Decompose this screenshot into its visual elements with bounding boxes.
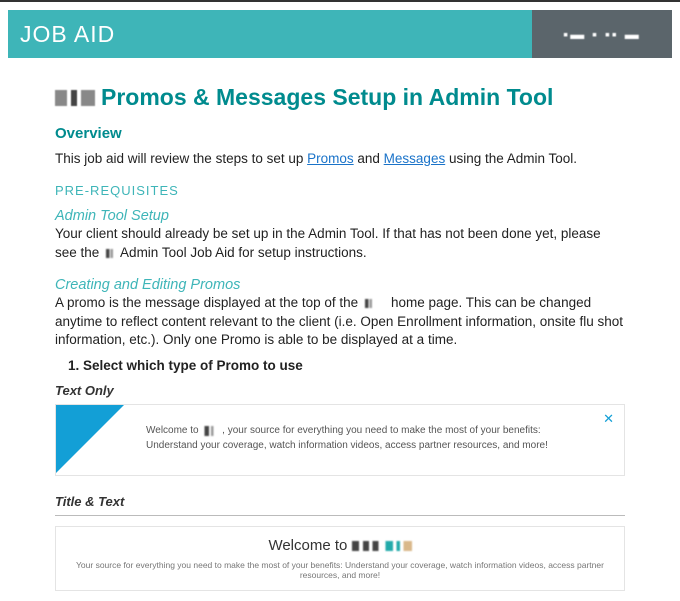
promo-preview-text-only: ✕ Welcome to , your source for everythin…	[55, 404, 625, 476]
messages-link[interactable]: Messages	[384, 151, 446, 166]
inline-brand-icon	[352, 541, 412, 551]
creating-promos-heading: Creating and Editing Promos	[55, 277, 625, 293]
title-logo-icon	[55, 90, 95, 106]
overview-text-mid: and	[354, 151, 384, 166]
promo-text-only-body: Welcome to , your source for everything …	[146, 423, 584, 453]
style-label-text-only: Text Only	[55, 383, 625, 398]
inline-brand-icon	[201, 426, 219, 436]
document-title-text: Promos & Messages Setup in Admin Tool	[101, 84, 553, 111]
section-divider	[55, 515, 625, 516]
step-list: Select which type of Promo to use	[83, 358, 625, 373]
promo-corner-triangle	[56, 405, 124, 473]
promo2-title-pre: Welcome to	[268, 537, 351, 554]
header-band: JOB AID ▪▬ ▪ ▪▪ ▬	[8, 10, 672, 58]
brand-logo-icon: ▪▬ ▪ ▪▪ ▬	[563, 26, 641, 42]
prerequisites-heading: PRE-REQUISITES	[55, 183, 625, 198]
document-title: Promos & Messages Setup in Admin Tool	[55, 84, 625, 111]
close-icon[interactable]: ✕	[603, 411, 614, 427]
promo2-subtext: Your source for everything you need to m…	[76, 560, 604, 580]
promo-preview-title-text: Welcome to Your source for everything yo…	[55, 526, 625, 591]
inline-brand-icon	[362, 299, 376, 308]
overview-text-post: using the Admin Tool.	[445, 151, 577, 166]
top-divider	[0, 0, 680, 2]
promos-link[interactable]: Promos	[307, 151, 354, 166]
promo1-text-pre: Welcome to	[146, 425, 201, 436]
header-title: JOB AID	[20, 21, 115, 48]
admin-tool-setup-heading: Admin Tool Setup	[55, 208, 625, 224]
promos-text-pre: A promo is the message displayed at the …	[55, 295, 362, 310]
creating-promos-paragraph: A promo is the message displayed at the …	[55, 294, 625, 351]
inline-brand-icon	[103, 249, 117, 258]
header-logo-box: ▪▬ ▪ ▪▪ ▬	[532, 10, 672, 58]
document-body: Promos & Messages Setup in Admin Tool Ov…	[0, 66, 680, 601]
admin-setup-text-post: Admin Tool Job Aid for setup instruction…	[117, 245, 367, 260]
overview-text-pre: This job aid will review the steps to se…	[55, 151, 307, 166]
promo2-title: Welcome to	[76, 537, 604, 554]
overview-paragraph: This job aid will review the steps to se…	[55, 150, 625, 169]
admin-tool-setup-paragraph: Your client should already be set up in …	[55, 225, 625, 263]
style-label-title-text: Title & Text	[55, 494, 625, 509]
step-1: Select which type of Promo to use	[83, 358, 625, 373]
overview-heading: Overview	[55, 125, 625, 142]
